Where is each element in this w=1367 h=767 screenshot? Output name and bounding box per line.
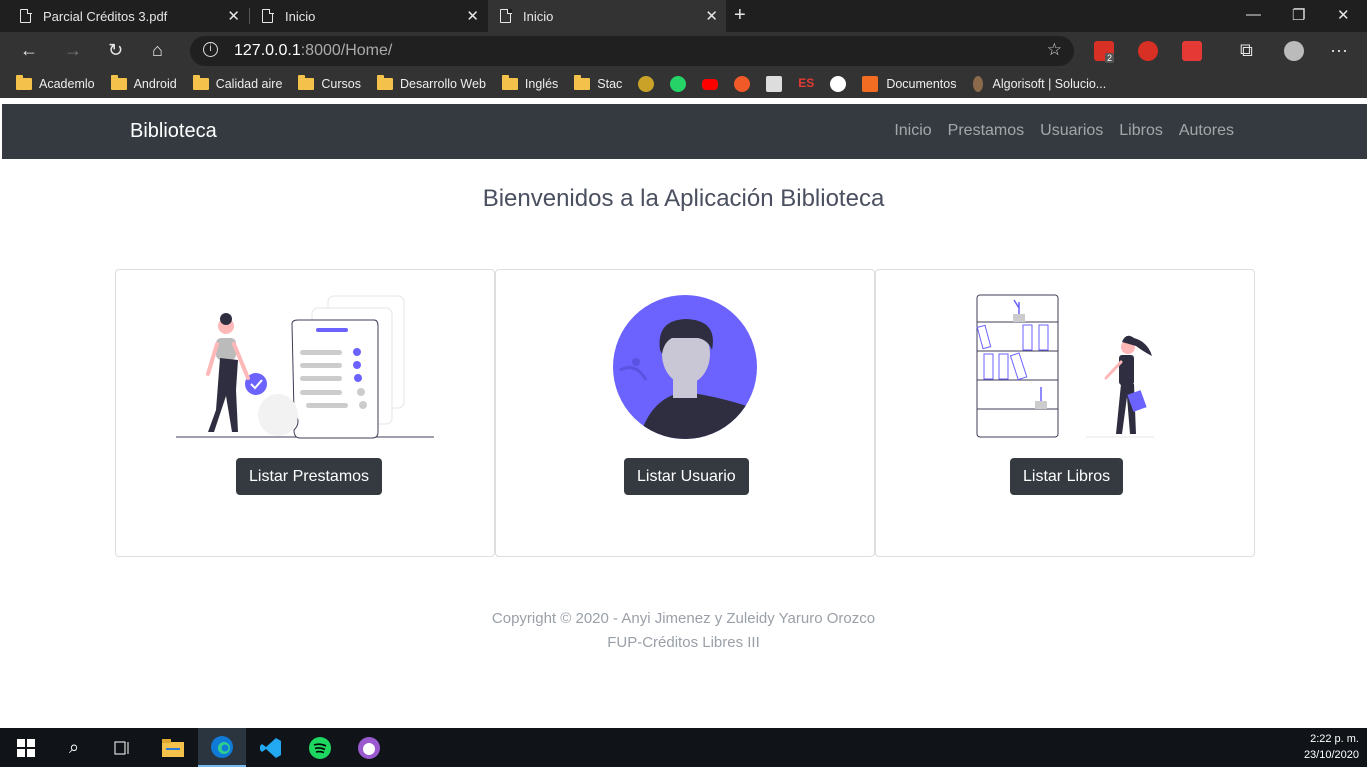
vscode-icon[interactable] (247, 728, 295, 767)
bookmark-desarrollo-web[interactable]: Desarrollo Web (377, 75, 486, 91)
file-explorer-icon[interactable] (149, 728, 197, 767)
footer: Copyright © 2020 - Anyi Jimenez y Zuleid… (0, 607, 1367, 655)
user-avatar-illustration (613, 295, 757, 439)
edge-browser-icon[interactable] (198, 728, 246, 767)
github-desktop-icon[interactable] (345, 728, 393, 767)
whatsapp-icon[interactable] (670, 76, 687, 92)
favorite-star-icon[interactable]: ☆ (1047, 40, 1062, 60)
nav-link-prestamos[interactable]: Prestamos (948, 122, 1024, 140)
footer-copyright: Copyright © 2020 - Anyi Jimenez y Zuleid… (491, 610, 876, 627)
browser-toolbar: ← → ↻ ⌂ i 127.0.0.1:8000/Home/ ☆ 2 ⧉ ··· (0, 32, 1367, 70)
soundcloud-icon[interactable] (734, 76, 751, 92)
card-prestamos: Listar Prestamos (115, 269, 495, 557)
document-icon (862, 76, 879, 92)
document-icon (262, 8, 274, 23)
mendeley-extension-icon[interactable] (1182, 41, 1202, 61)
folder-icon (377, 75, 393, 90)
refresh-icon[interactable]: ↻ (108, 40, 123, 61)
browser-tab-inicio[interactable]: Inicio ✕ (250, 0, 487, 32)
restore-icon[interactable]: ❐ (1292, 6, 1305, 24)
listar-prestamos-button[interactable]: Listar Prestamos (236, 458, 383, 495)
browser-tab-pdf[interactable]: Parcial Créditos 3.pdf ✕ (8, 0, 248, 32)
close-tab-icon[interactable]: ✕ (227, 7, 240, 25)
folder-icon (192, 75, 209, 90)
bookmark-calidad-aire[interactable]: Calidad aire (192, 75, 282, 91)
new-tab-plus-icon[interactable]: + (734, 4, 746, 27)
task-view-icon[interactable] (98, 728, 146, 767)
folder-icon (110, 75, 127, 90)
app-navbar: Biblioteca Inicio Prestamos Usuarios Lib… (2, 104, 1367, 159)
url-text[interactable]: 127.0.0.1:8000/Home/ (234, 42, 392, 60)
bookmark-cursos[interactable]: Cursos (298, 75, 361, 91)
card-usuarios: Listar Usuario (495, 269, 875, 557)
close-tab-icon[interactable]: ✕ (466, 7, 479, 25)
footer-course: FUP-Créditos Libres III (607, 634, 760, 651)
collections-icon[interactable]: ⧉ (1240, 40, 1253, 61)
clock-time: 2:22 p. m. (1310, 733, 1359, 745)
terminal-site-icon[interactable] (766, 76, 783, 92)
tab-title: Inicio (523, 8, 554, 24)
nav-link-libros[interactable]: Libros (1119, 122, 1163, 140)
browser-tab-inicio-active[interactable]: Inicio ✕ (488, 0, 726, 32)
spotify-icon[interactable] (296, 728, 344, 767)
navbar-links: Inicio Prestamos Usuarios Libros Autores (894, 122, 1234, 140)
bookshelf-illustration (976, 294, 1154, 438)
spanish-site-icon[interactable]: ES (798, 76, 814, 92)
bookmark-android[interactable]: Android (110, 75, 177, 91)
bookmark-site-icon[interactable] (638, 76, 655, 92)
page-title: Bienvenidos a la Aplicación Biblioteca (482, 185, 885, 212)
document-icon (20, 8, 32, 23)
taskbar-clock[interactable]: 2:22 p. m. 23/10/2020 (1304, 731, 1359, 763)
windows-taskbar: ⌕ 2:22 p. m. 23/10/2020 (0, 728, 1367, 767)
close-window-icon[interactable]: ✕ (1337, 6, 1350, 24)
browser-tab-strip: Parcial Créditos 3.pdf ✕ Inicio ✕ Inicio… (0, 0, 1367, 32)
back-arrow-icon[interactable]: ← (20, 40, 38, 61)
folder-icon (16, 75, 32, 90)
site-info-icon[interactable]: i (203, 42, 218, 57)
folder-icon (574, 75, 591, 90)
bookmark-academlo[interactable]: Academlo (16, 75, 95, 91)
youtube-icon[interactable] (702, 78, 719, 90)
card-libros: Listar Libros (875, 269, 1255, 557)
address-bar[interactable]: i 127.0.0.1:8000/Home/ ☆ (190, 36, 1074, 66)
forward-arrow-icon[interactable]: → (64, 40, 82, 61)
folder-icon (501, 75, 518, 90)
bookmark-algorisoft[interactable]: Algorisoft | Solucio... (972, 76, 1106, 92)
bookmark-documentos[interactable]: Documentos (862, 76, 957, 92)
mail-count-badge: 2 (1105, 53, 1115, 63)
nav-link-autores[interactable]: Autores (1179, 122, 1234, 140)
listar-libros-button[interactable]: Listar Libros (1010, 458, 1124, 495)
tab-title: Parcial Créditos 3.pdf (43, 8, 168, 24)
nav-link-usuarios[interactable]: Usuarios (1040, 122, 1103, 140)
search-icon[interactable]: ⌕ (50, 728, 98, 767)
document-icon (500, 8, 512, 23)
adblock-extension-icon[interactable] (1138, 41, 1158, 61)
tab-title: Inicio (285, 8, 316, 24)
bookmark-ingles[interactable]: Inglés (501, 75, 558, 91)
listar-usuario-button[interactable]: Listar Usuario (624, 458, 749, 495)
profile-avatar-icon[interactable] (1284, 41, 1304, 61)
more-menu-icon[interactable]: ··· (1330, 40, 1348, 61)
github-icon[interactable] (830, 76, 847, 92)
windows-start-icon[interactable] (2, 728, 50, 767)
clock-date: 23/10/2020 (1303, 749, 1359, 761)
home-icon[interactable]: ⌂ (152, 40, 163, 61)
loan-checklist-illustration (176, 295, 434, 439)
nav-link-inicio[interactable]: Inicio (894, 122, 931, 140)
bookmark-stac[interactable]: Stac (574, 75, 622, 91)
bookmarks-bar: Academlo Android Calidad aire Cursos Des… (0, 70, 1367, 98)
close-tab-icon[interactable]: ✕ (705, 7, 718, 25)
navbar-brand[interactable]: Biblioteca (130, 120, 217, 143)
minimize-icon[interactable]: — (1246, 6, 1261, 23)
site-icon (972, 76, 983, 92)
folder-icon (298, 75, 315, 90)
